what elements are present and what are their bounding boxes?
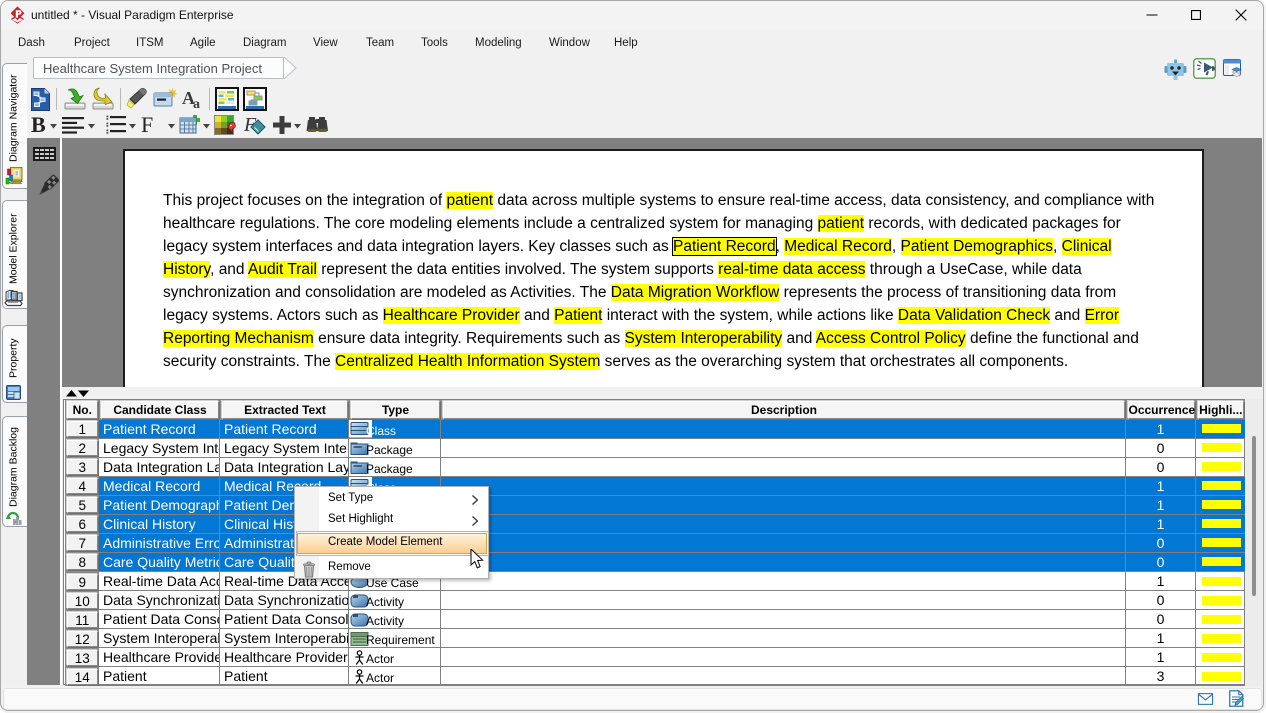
svg-text:a: a [193, 97, 200, 110]
